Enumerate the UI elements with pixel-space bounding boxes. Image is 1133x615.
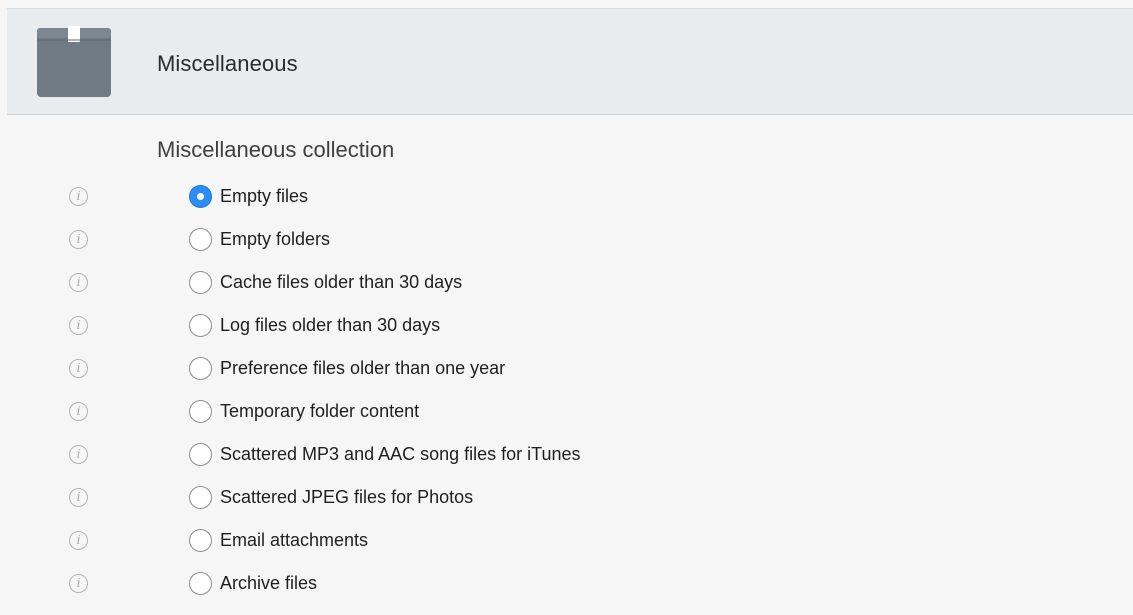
radio-button[interactable] (189, 572, 212, 595)
info-icon[interactable]: i (69, 488, 88, 507)
radio-button[interactable] (189, 357, 212, 380)
option-label[interactable]: Scattered MP3 and AAC song files for iTu… (220, 444, 581, 465)
info-icon[interactable]: i (69, 230, 88, 249)
option-row[interactable]: i Email attachments (0, 519, 1133, 562)
radio-button[interactable] (189, 228, 212, 251)
radio-button[interactable] (189, 185, 212, 208)
option-row[interactable]: i Preference files older than one year (0, 347, 1133, 390)
info-icon[interactable]: i (69, 273, 88, 292)
option-label[interactable]: Email attachments (220, 530, 368, 551)
radio-button[interactable] (189, 314, 212, 337)
option-label[interactable]: Preference files older than one year (220, 358, 505, 379)
box-icon (37, 26, 111, 97)
option-label[interactable]: Log files older than 30 days (220, 315, 440, 336)
info-icon[interactable]: i (69, 187, 88, 206)
radio-button[interactable] (189, 529, 212, 552)
info-icon[interactable]: i (69, 574, 88, 593)
options-list: i Empty files i Empty folders i Cache files o… (0, 175, 1133, 605)
option-label[interactable]: Scattered JPEG files for Photos (220, 487, 473, 508)
option-label[interactable]: Empty folders (220, 229, 330, 250)
option-row[interactable]: i Temporary folder content (0, 390, 1133, 433)
option-label[interactable]: Temporary folder content (220, 401, 419, 422)
radio-button[interactable] (189, 443, 212, 466)
option-row[interactable]: i Empty folders (0, 218, 1133, 261)
category-header: Miscellaneous (7, 8, 1133, 115)
radio-button[interactable] (189, 486, 212, 509)
radio-button[interactable] (189, 400, 212, 423)
info-icon[interactable]: i (69, 359, 88, 378)
option-label[interactable]: Archive files (220, 573, 317, 594)
radio-button[interactable] (189, 271, 212, 294)
option-label[interactable]: Cache files older than 30 days (220, 272, 462, 293)
option-row[interactable]: i Cache files older than 30 days (0, 261, 1133, 304)
section-title: Miscellaneous collection (157, 137, 395, 162)
info-icon[interactable]: i (69, 316, 88, 335)
option-label[interactable]: Empty files (220, 186, 308, 207)
info-icon[interactable]: i (69, 402, 88, 421)
option-row[interactable]: i Log files older than 30 days (0, 304, 1133, 347)
info-icon[interactable]: i (69, 531, 88, 550)
info-icon[interactable]: i (69, 445, 88, 464)
option-row[interactable]: i Empty files (0, 175, 1133, 218)
option-row[interactable]: i Scattered MP3 and AAC song files for iT… (0, 433, 1133, 476)
header-title: Miscellaneous (157, 51, 298, 76)
option-row[interactable]: i Scattered JPEG files for Photos (0, 476, 1133, 519)
option-row[interactable]: i Archive files (0, 562, 1133, 605)
